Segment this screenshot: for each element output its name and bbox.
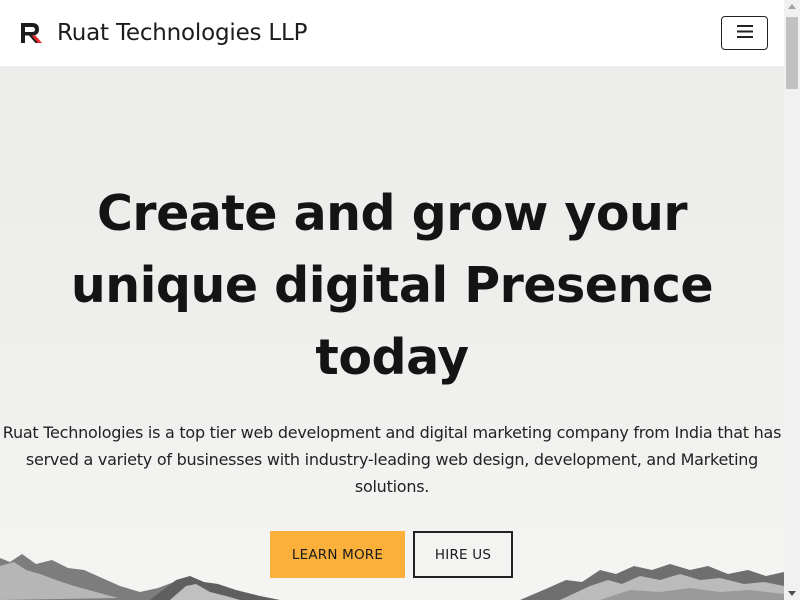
menu-toggle-button[interactable] bbox=[721, 16, 768, 50]
hero-title: Create and grow your unique digital Pres… bbox=[70, 185, 714, 386]
hero-description: Ruat Technologies is a top tier web deve… bbox=[2, 423, 782, 496]
navbar: Ruat Technologies LLP bbox=[0, 0, 784, 66]
brand-name: Ruat Technologies LLP bbox=[57, 20, 308, 46]
vertical-scrollbar[interactable] bbox=[784, 0, 800, 600]
hamburger-menu-icon bbox=[736, 25, 753, 41]
mountains-image bbox=[0, 554, 784, 600]
ruat-logo-icon bbox=[18, 20, 44, 46]
scrollbar-thumb[interactable] bbox=[786, 17, 798, 89]
hero-section: Create and grow your unique digital Pres… bbox=[0, 66, 784, 600]
scroll-up-arrow-icon[interactable] bbox=[788, 4, 796, 9]
scroll-down-arrow-icon[interactable] bbox=[788, 591, 796, 596]
brand-link[interactable]: Ruat Technologies LLP bbox=[18, 20, 308, 46]
